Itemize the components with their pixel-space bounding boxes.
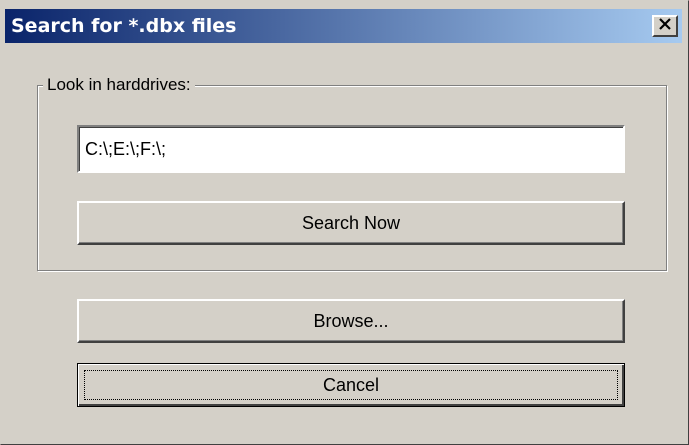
search-now-label: Search Now — [301, 212, 401, 233]
browse-label: Browse... — [313, 310, 389, 331]
cancel-button[interactable]: Cancel — [77, 363, 625, 407]
close-button[interactable] — [652, 15, 678, 37]
dialog-window: Search for *.dbx files Look in harddrive… — [0, 0, 689, 445]
harddrives-path-input[interactable]: C:\;E:\;F:\; — [77, 125, 625, 173]
browse-button[interactable]: Browse... — [77, 299, 625, 343]
title-bar[interactable]: Search for *.dbx files — [5, 9, 682, 43]
cancel-label: Cancel — [322, 374, 380, 395]
close-icon — [658, 17, 672, 35]
groupbox-label: Look in harddrives: — [43, 75, 195, 95]
window-title: Search for *.dbx files — [11, 15, 237, 37]
search-now-button[interactable]: Search Now — [77, 201, 625, 245]
